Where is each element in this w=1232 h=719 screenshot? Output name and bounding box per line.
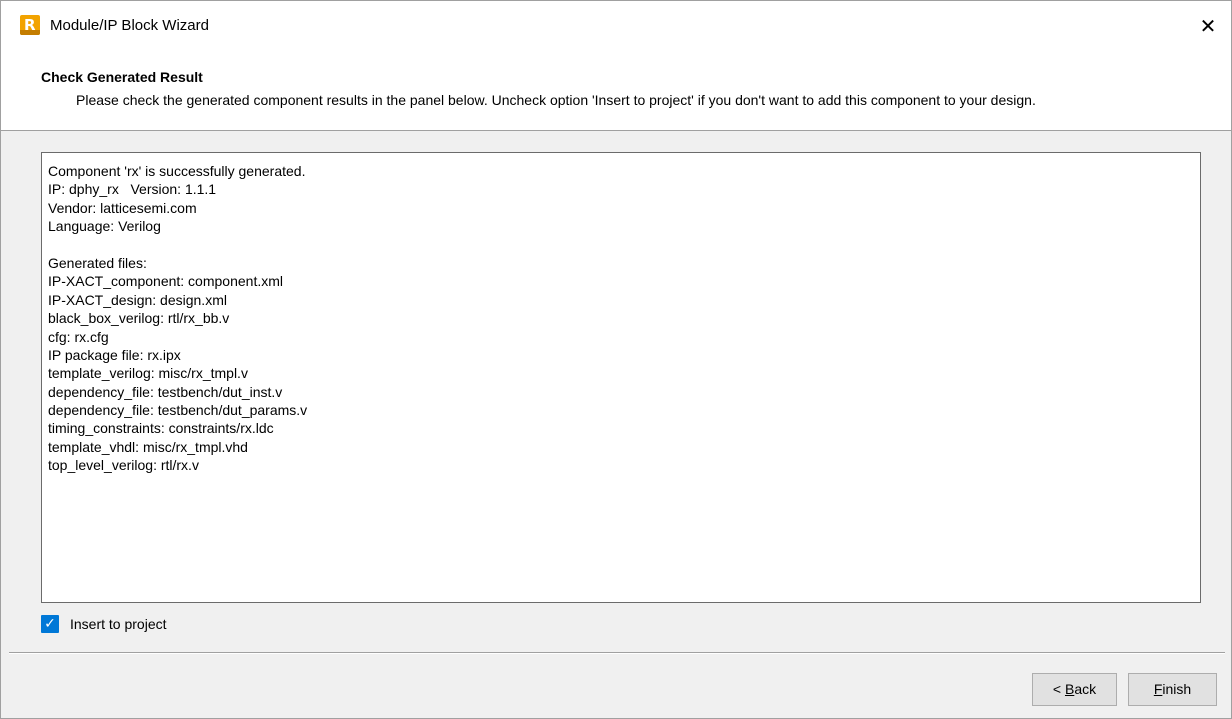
page-description: Please check the generated component res…: [76, 92, 1036, 108]
insert-to-project-checkbox[interactable]: ✓: [41, 615, 59, 633]
finish-button[interactable]: Finish: [1128, 673, 1217, 706]
footer-divider: [9, 652, 1225, 654]
result-line: IP-XACT_component: component.xml: [48, 273, 283, 290]
result-line: IP package file: rx.ipx: [48, 346, 181, 363]
window-title: Module/IP Block Wizard: [50, 17, 209, 34]
close-icon[interactable]: ✕: [1185, 1, 1231, 51]
result-line: template_verilog: misc/rx_tmpl.v: [48, 365, 248, 382]
result-line: top_level_verilog: rtl/rx.v: [48, 457, 199, 474]
result-line: Language: Verilog: [48, 218, 161, 235]
result-lines: Component 'rx' is successfully generated…: [42, 153, 1200, 475]
insert-to-project-label[interactable]: Insert to project: [70, 614, 167, 634]
result-text-panel[interactable]: Component 'rx' is successfully generated…: [41, 152, 1201, 603]
result-line: [48, 236, 1200, 254]
title-bar[interactable]: R Module/IP Block Wizard ✕: [1, 1, 1231, 51]
result-line: template_vhdl: misc/rx_tmpl.vhd: [48, 438, 248, 455]
result-line: Vendor: latticesemi.com: [48, 199, 197, 216]
result-line: IP-XACT_design: design.xml: [48, 291, 227, 308]
result-line: Component 'rx' is successfully generated…: [48, 163, 306, 179]
back-button-rest: ack: [1074, 681, 1097, 697]
insert-to-project-option[interactable]: ✓ Insert to project: [41, 614, 167, 634]
result-line: timing_constraints: constraints/rx.ldc: [48, 420, 274, 437]
app-logo-icon: R: [20, 15, 40, 35]
wizard-window: R Module/IP Block Wizard ✕ Check Generat…: [0, 0, 1232, 719]
result-line: Generated files:: [48, 254, 147, 271]
result-line: dependency_file: testbench/dut_inst.v: [48, 383, 283, 400]
back-button[interactable]: < Back: [1032, 673, 1117, 706]
result-line: cfg: rx.cfg: [48, 328, 109, 345]
page-header: Check Generated Result Please check the …: [1, 51, 1231, 131]
result-line: dependency_file: testbench/dut_params.v: [48, 402, 308, 419]
result-line: black_box_verilog: rtl/rx_bb.v: [48, 310, 230, 327]
page-title: Check Generated Result: [41, 69, 203, 85]
result-line: IP: dphy_rx Version: 1.1.1: [48, 181, 217, 198]
app-logo-stripe: [20, 30, 40, 35]
back-button-prefix: <: [1052, 681, 1065, 697]
back-button-mnemonic: B: [1064, 681, 1075, 697]
finish-button-rest: inish: [1162, 681, 1192, 697]
